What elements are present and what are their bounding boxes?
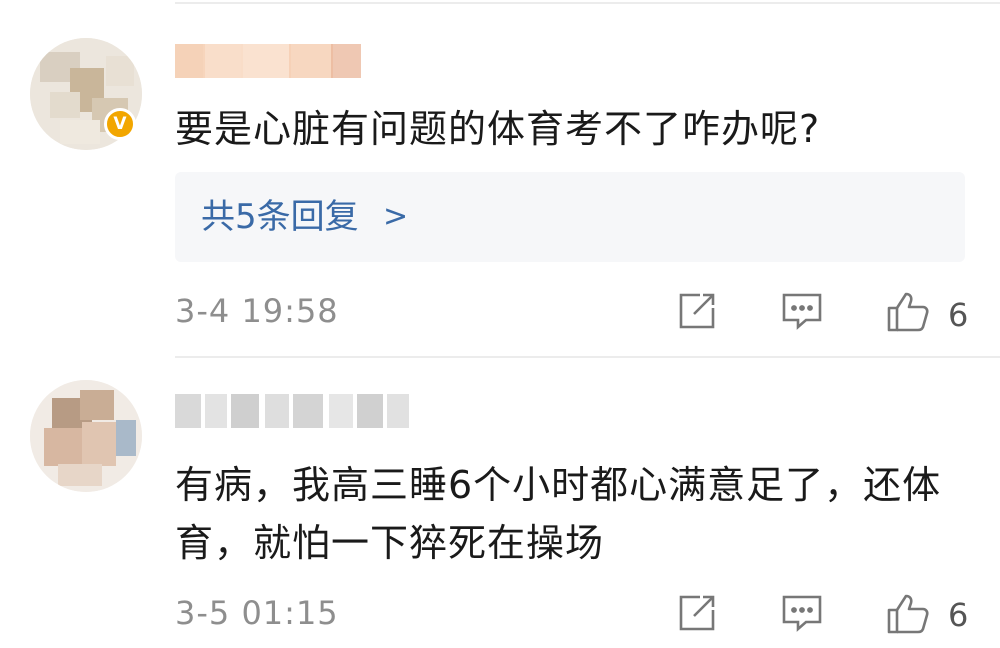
comment-timestamp: 3-4 19:58 — [175, 292, 339, 330]
like-count: 6 — [948, 296, 969, 334]
comment-icon[interactable] — [780, 290, 824, 332]
share-icon[interactable] — [676, 592, 718, 634]
comment-icon[interactable] — [780, 592, 824, 634]
chevron-right-icon: > — [383, 199, 409, 234]
username[interactable] — [175, 394, 410, 428]
thumbs-up-icon[interactable] — [886, 592, 930, 636]
share-icon[interactable] — [676, 290, 718, 332]
thumbs-up-icon[interactable] — [886, 290, 930, 334]
replies-count-label: 共5条回复 — [201, 197, 359, 237]
comment-item: 有病，我高三睡6个小时都心满意足了，还体育，就怕一下猝死在操场 3-5 01:1… — [0, 358, 1000, 648]
comment-text: 要是心脏有问题的体育考不了咋办呢? — [175, 107, 821, 151]
comment-item: V 要是心脏有问题的体育考不了咋办呢? 共5条回复 > 3-4 19:58 6 — [0, 0, 1000, 356]
avatar[interactable] — [30, 380, 142, 492]
verified-badge-icon: V — [104, 108, 136, 140]
comment-timestamp: 3-5 01:15 — [175, 594, 339, 632]
comment-text: 有病，我高三睡6个小时都心满意足了，还体育，就怕一下猝死在操场 — [175, 463, 942, 565]
view-replies-button[interactable]: 共5条回复 > — [175, 172, 965, 262]
like-count: 6 — [948, 596, 969, 634]
username[interactable] — [175, 44, 375, 78]
